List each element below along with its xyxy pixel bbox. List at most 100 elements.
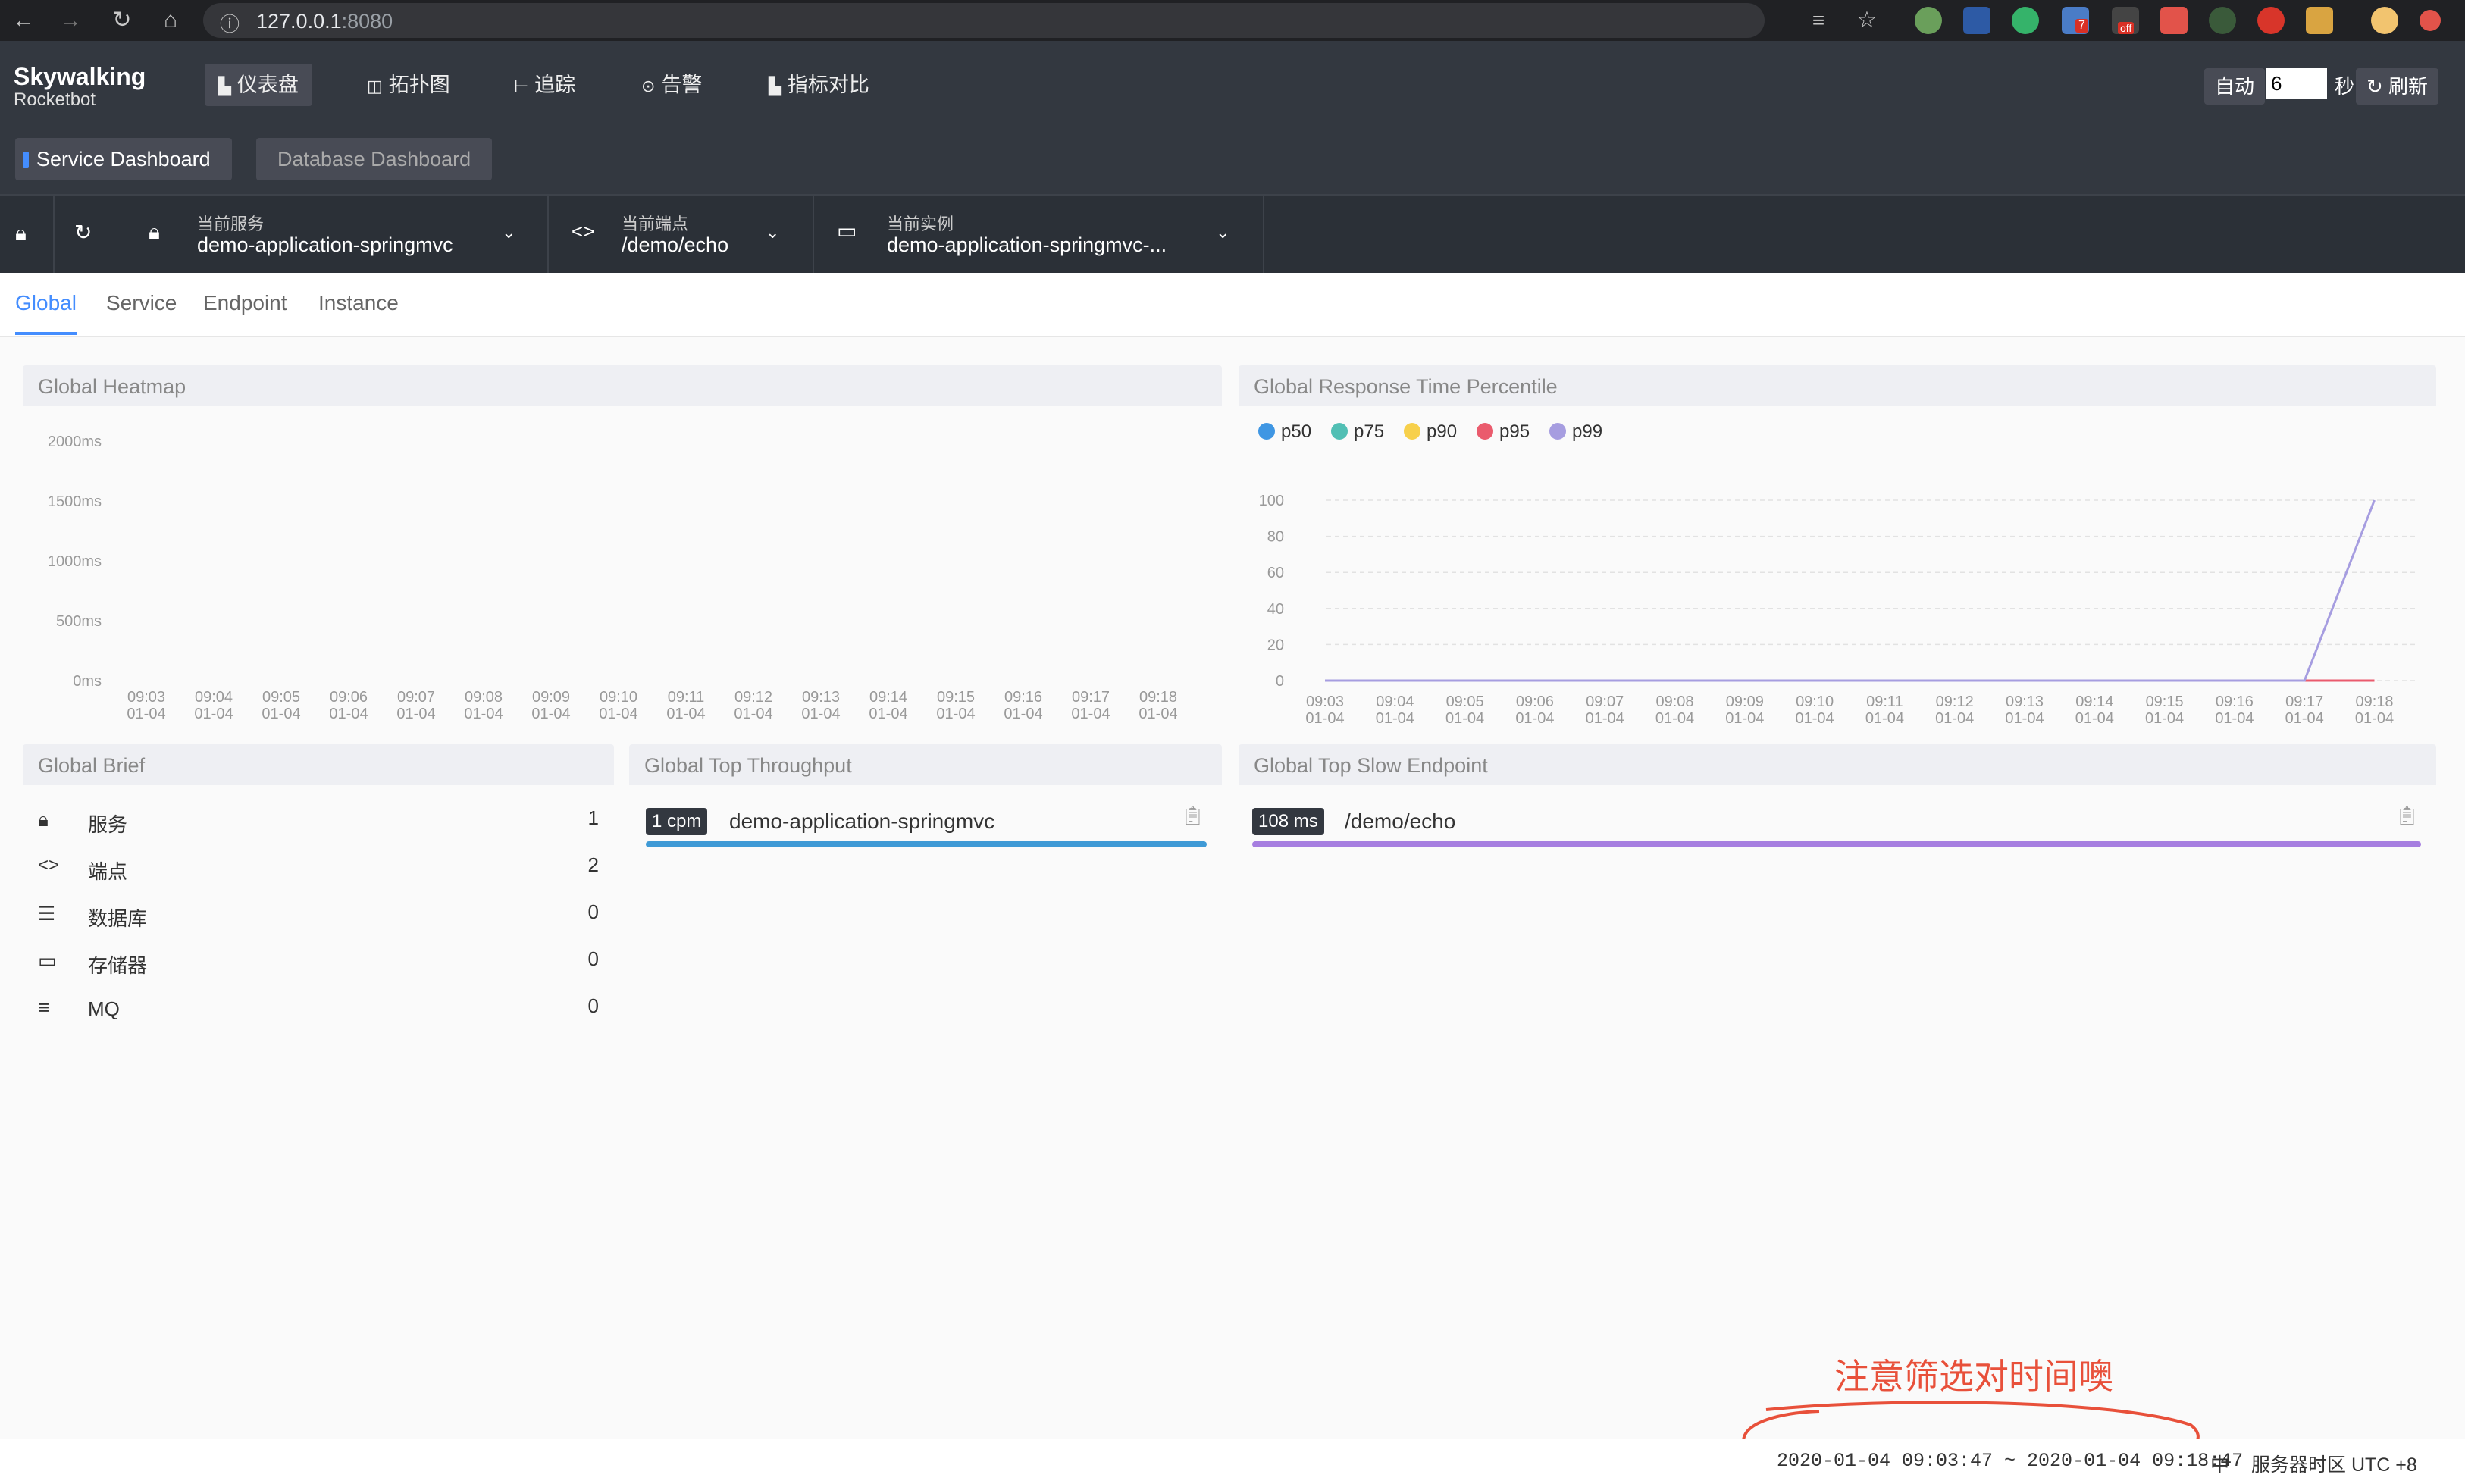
extension-green-icon[interactable] bbox=[1915, 7, 1942, 34]
legend-p90[interactable]: p90 bbox=[1404, 421, 1457, 443]
refresh-interval-input[interactable] bbox=[2266, 68, 2327, 99]
percentile-x-date: 01-04 bbox=[1515, 710, 1554, 727]
nav-topology[interactable]: ◫ 拓扑图 bbox=[353, 64, 464, 106]
update-icon[interactable] bbox=[2420, 10, 2441, 31]
brief-panel-header: Global Brief bbox=[23, 744, 614, 785]
heatmap-x-tick: 09:10 bbox=[600, 689, 637, 706]
heatmap-x-tick: 09:17 bbox=[1072, 689, 1110, 706]
percentile-x-tick: 09:14 bbox=[2075, 693, 2113, 710]
nav-alarm[interactable]: ⊙ 告警 bbox=[628, 64, 716, 106]
throughput-name: demo-application-springmvc bbox=[729, 809, 995, 833]
bookmark-star-icon[interactable]: ☆ bbox=[1851, 5, 1883, 36]
endpoint-selector[interactable]: <> 当前端点 /demo/echo ⌄ bbox=[549, 196, 814, 273]
instance-selector-value: demo-application-springmvc-... bbox=[887, 233, 1167, 256]
slow-endpoint-panel-header: Global Top Slow Endpoint bbox=[1239, 744, 2436, 785]
nav-compare[interactable]: ▙ 指标对比 bbox=[755, 64, 883, 106]
extension-y-icon[interactable] bbox=[2012, 7, 2039, 34]
percentile-x-tick: 09:10 bbox=[1796, 693, 1834, 710]
language-toggle[interactable]: 中 bbox=[2210, 1450, 2229, 1477]
throughput-title: Global Top Throughput bbox=[644, 754, 852, 777]
tab-search-icon[interactable]: ≡ bbox=[1803, 5, 1834, 36]
percentile-chart: 02040608010009:0301-0409:0401-0409:0501-… bbox=[1259, 493, 2416, 727]
refresh-button[interactable]: ↻ 刷新 bbox=[2356, 68, 2439, 105]
percentile-x-tick: 09:08 bbox=[1655, 693, 1693, 710]
instance-selector-label: 当前实例 bbox=[887, 214, 954, 233]
tab-service[interactable]: Service bbox=[106, 291, 177, 332]
heatmap-x-tick: 09:06 bbox=[330, 689, 368, 706]
extension-badge-icon[interactable]: 7 bbox=[2062, 7, 2089, 34]
tab-database-dashboard[interactable]: Database Dashboard bbox=[256, 138, 493, 180]
tab-endpoint[interactable]: Endpoint bbox=[203, 291, 287, 332]
reload-icon[interactable]: ↻ bbox=[106, 5, 138, 36]
tab-service-dashboard[interactable]: Service Dashboard bbox=[15, 138, 232, 180]
percentile-x-date: 01-04 bbox=[1655, 710, 1694, 727]
copy-icon[interactable]: 📋︎ bbox=[2395, 805, 2418, 827]
slow-endpoint-title: Global Top Slow Endpoint bbox=[1254, 754, 1488, 777]
heatmap-x-date: 01-04 bbox=[396, 706, 435, 722]
extension-record-icon[interactable] bbox=[2257, 7, 2285, 34]
legend-p50[interactable]: p50 bbox=[1258, 421, 1311, 443]
time-range-picker[interactable]: 2020-01-04 09:03:47 ~ 2020-01-04 09:18:4… bbox=[1777, 1450, 2243, 1472]
tab-instance[interactable]: Instance bbox=[318, 291, 399, 332]
percentile-x-date: 01-04 bbox=[1586, 710, 1624, 727]
brief-row-service: 🔒︎ 服务 1 bbox=[38, 806, 599, 837]
extension-vue-icon[interactable] bbox=[1963, 7, 1990, 34]
forward-icon[interactable]: → bbox=[55, 5, 86, 36]
legend-dot bbox=[1258, 423, 1275, 440]
slow-endpoint-bar bbox=[1252, 841, 2421, 847]
service-selector[interactable]: 🔒︎ 当前服务 demo-application-springmvc ⌄ bbox=[127, 196, 549, 273]
heatmap-y-tick: 1000ms bbox=[48, 553, 102, 570]
back-icon[interactable]: ← bbox=[8, 5, 39, 36]
slow-endpoint-item[interactable]: 108 ms /demo/echo 📋︎ bbox=[1252, 803, 2421, 849]
profile-avatar-icon[interactable] bbox=[2371, 7, 2398, 34]
lock-toggle[interactable]: 🔒︎ bbox=[0, 196, 55, 273]
nav-dashboard[interactable]: ▙ 仪表盘 bbox=[205, 64, 312, 106]
heatmap-x-date: 01-04 bbox=[936, 706, 975, 722]
nav-trace[interactable]: ⊢ 追踪 bbox=[500, 64, 589, 106]
percentile-x-tick: 09:17 bbox=[2285, 693, 2323, 710]
legend-dot bbox=[1404, 423, 1420, 440]
legend-p95[interactable]: p95 bbox=[1477, 421, 1530, 443]
percentile-x-tick: 09:03 bbox=[1306, 693, 1344, 710]
heatmap-y-tick: 0ms bbox=[73, 673, 102, 690]
extension-dark-icon[interactable] bbox=[2209, 7, 2236, 34]
legend-label: p50 bbox=[1281, 421, 1312, 442]
percentile-legend: p50 p75 p90 p95 p99 bbox=[1258, 421, 1713, 449]
throughput-item[interactable]: 1 cpm demo-application-springmvc 📋︎ bbox=[646, 803, 1207, 849]
percentile-x-tick: 09:09 bbox=[1726, 693, 1764, 710]
brief-value: 0 bbox=[587, 900, 599, 923]
heatmap-x-date: 01-04 bbox=[869, 706, 907, 722]
legend-dot bbox=[1477, 423, 1493, 440]
reload-selectors-button[interactable]: ↻ bbox=[55, 196, 115, 273]
instance-selector[interactable]: ▭ 当前实例 demo-application-springmvc-... ⌄ bbox=[814, 196, 1264, 273]
heatmap-x-tick: 09:13 bbox=[802, 689, 840, 706]
extension-red-icon[interactable] bbox=[2160, 7, 2188, 34]
heatmap-x-date: 01-04 bbox=[464, 706, 503, 722]
percentile-x-date: 01-04 bbox=[1305, 710, 1344, 727]
tab-global[interactable]: Global bbox=[15, 291, 77, 335]
info-icon[interactable]: ⓘ bbox=[220, 9, 240, 37]
percentile-x-date: 01-04 bbox=[1725, 710, 1764, 727]
percentile-y-tick: 80 bbox=[1267, 529, 1284, 546]
chevron-down-icon: ⌄ bbox=[1216, 223, 1230, 242]
extension-face-icon[interactable] bbox=[2306, 7, 2333, 34]
heatmap-x-date: 01-04 bbox=[531, 706, 570, 722]
percentile-x-date: 01-04 bbox=[1445, 710, 1484, 727]
home-icon[interactable]: ⌂ bbox=[155, 5, 186, 36]
address-bar[interactable]: ⓘ 127.0.0.1:8080 bbox=[203, 3, 1765, 38]
heatmap-x-date: 01-04 bbox=[734, 706, 772, 722]
copy-icon[interactable]: 📋︎ bbox=[1181, 805, 1204, 827]
list-icon: ≡ bbox=[38, 996, 50, 1019]
heatmap-x-date: 01-04 bbox=[666, 706, 705, 722]
extension-off-icon[interactable]: off bbox=[2112, 7, 2139, 34]
heatmap-x-tick: 09:08 bbox=[465, 689, 503, 706]
selector-bar: 🔒︎ ↻ 🔒︎ 当前服务 demo-application-springmvc … bbox=[0, 194, 2465, 273]
heatmap-x-tick: 09:07 bbox=[397, 689, 435, 706]
legend-p99[interactable]: p99 bbox=[1549, 421, 1602, 443]
heatmap-x-tick: 09:18 bbox=[1139, 689, 1177, 706]
legend-p75[interactable]: p75 bbox=[1331, 421, 1384, 443]
brief-row-mq: ≡ MQ 0 bbox=[38, 994, 599, 1025]
auto-refresh-toggle[interactable]: 自动 bbox=[2204, 68, 2266, 105]
service-selector-label: 当前服务 bbox=[197, 214, 265, 233]
legend-label: p90 bbox=[1427, 421, 1458, 442]
